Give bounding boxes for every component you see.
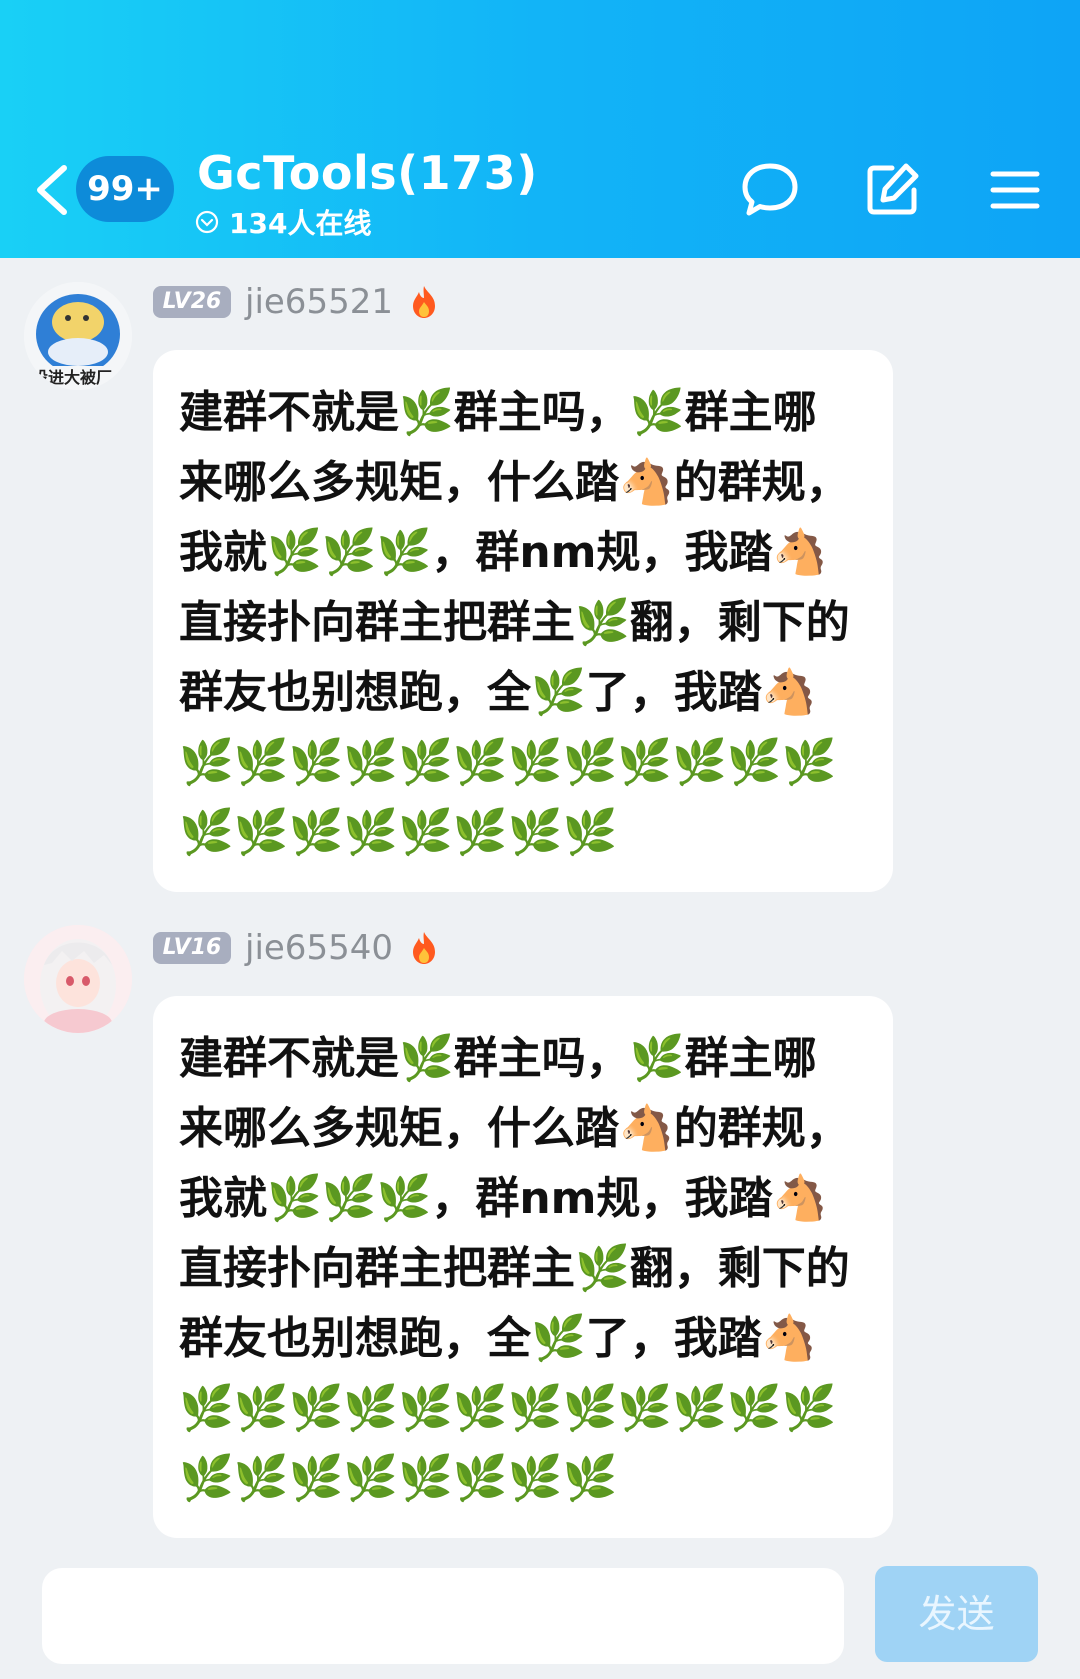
fire-icon [412,932,435,964]
message-bubble[interactable]: 建群不就是🌿群主吗，🌿群主哪来哪么多规矩，什么踏🐴的群规，我就🌿🌿🌿，群nm规，… [153,996,893,1538]
chat-header: 99+ GcTools(173) 134人在线 [0,0,1080,258]
level-badge: LV16 [153,932,231,964]
chevron-circle-icon [195,210,219,234]
online-count-text: 134人在线 [229,207,372,240]
avatar-caption: 设进大被厂 [32,368,113,387]
edit-icon[interactable] [862,160,922,220]
fire-icon [412,286,435,318]
send-button[interactable]: 发送 [875,1566,1038,1662]
message-bubble[interactable]: 建群不就是🌿群主吗，🌿群主哪来哪么多规矩，什么踏🐴的群规，我就🌿🌿🌿，群nm规，… [153,350,893,892]
back-arrow-icon[interactable] [30,160,74,220]
chat-bubble-icon[interactable] [740,160,800,220]
message-input[interactable] [42,1568,844,1664]
online-status[interactable]: 134人在线 [195,206,371,240]
group-title[interactable]: GcTools(173) [197,146,538,200]
unread-count-badge[interactable]: 99+ [76,156,174,222]
username[interactable]: jie65540 [245,928,393,968]
input-bar: 发送 [0,1548,1080,1679]
avatar[interactable] [24,925,132,1033]
level-badge: LV26 [153,286,231,318]
avatar[interactable]: 设进大被厂 [24,282,132,390]
menu-icon[interactable] [985,160,1045,220]
username[interactable]: jie65521 [245,282,393,322]
